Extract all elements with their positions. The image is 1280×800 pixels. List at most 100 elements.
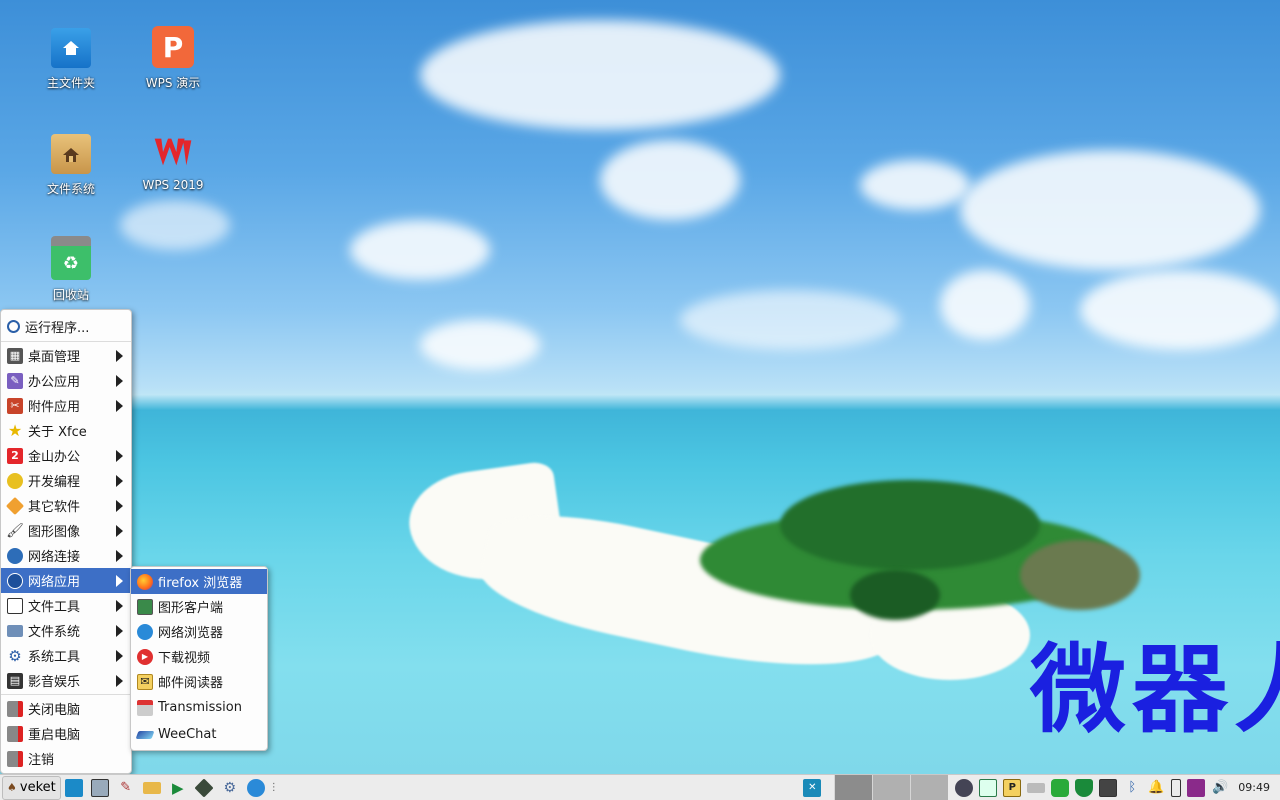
desktop-icon-filesystem[interactable]: 文件系统: [26, 134, 116, 197]
menu-item-internet-apps[interactable]: 网络应用: [1, 568, 131, 593]
menu-item-file-tools[interactable]: 文件工具: [1, 593, 131, 618]
menu-item-label: 文件系统: [28, 625, 81, 640]
weechat-icon: [135, 730, 155, 739]
menu-item-network-connection[interactable]: 网络连接: [1, 543, 131, 568]
workspace-3[interactable]: [910, 775, 949, 800]
desktop-icon-label: 文件系统: [46, 182, 95, 196]
star-icon: ★: [7, 421, 23, 440]
settings-gear-icon[interactable]: ⚙: [221, 779, 239, 797]
menu-item-label: 图形图像: [28, 525, 81, 540]
app-launcher-icon[interactable]: [194, 777, 214, 798]
submenu-item-transmission[interactable]: Transmission: [131, 694, 267, 721]
menu-item-reboot[interactable]: 重启电脑: [1, 721, 131, 746]
input-method-icon[interactable]: [1187, 778, 1206, 797]
menu-item-other-software[interactable]: 其它软件: [1, 493, 131, 518]
submenu-item-label: Transmission: [158, 700, 242, 715]
menu-item-office[interactable]: ✎ 办公应用: [1, 368, 131, 393]
submenu-item-label: WeeChat: [158, 727, 217, 742]
submenu-item-label: firefox 浏览器: [158, 576, 243, 591]
bluetooth-icon[interactable]: ᛒ: [1123, 779, 1141, 797]
menu-item-graphics[interactable]: 🖌 图形图像: [1, 518, 131, 543]
menu-item-system-tools[interactable]: ⚙ 系统工具: [1, 643, 131, 668]
internet-apps-submenu: firefox 浏览器 图形客户端 网络浏览器 ▶ 下载视频 ✉ 邮件阅读器 T…: [130, 566, 268, 751]
launcher-overflow-icon[interactable]: ⋮: [269, 782, 279, 793]
desktop-icon-trash[interactable]: ♻ 回收站: [26, 236, 116, 303]
volume-icon[interactable]: 🔊: [1211, 779, 1229, 797]
desktop-icon-wps-presentation[interactable]: P WPS 演示: [128, 26, 218, 91]
desktop-icon-wps[interactable]: WPS 2019: [128, 132, 218, 192]
submenu-arrow-icon: [116, 675, 123, 687]
workspace-2[interactable]: [872, 775, 911, 800]
menu-separator: [1, 694, 131, 695]
media-player-icon[interactable]: ▶: [169, 779, 187, 797]
clipboard-icon[interactable]: P: [1003, 778, 1022, 797]
menu-item-label: 运行程序...: [25, 320, 90, 336]
menu-item-label: 关闭电脑: [28, 703, 81, 718]
taskbar: ♠ veket ✎ ▶ ⚙ ⋮ ✕ P ᛒ 🔔 🔊 09:49: [0, 774, 1280, 800]
menu-item-label: 附件应用: [28, 400, 81, 415]
notification-bell-icon[interactable]: 🔔: [1147, 779, 1165, 797]
desktop-icon-home-folder[interactable]: 主文件夹: [26, 28, 116, 91]
office-icon: ✎: [7, 372, 23, 389]
menu-item-desktop-management[interactable]: ▦ 桌面管理: [1, 343, 131, 368]
submenu-item-download-video[interactable]: ▶ 下载视频: [131, 644, 267, 669]
menu-item-label: 注销: [28, 753, 55, 768]
submenu-item-graphic-client[interactable]: 图形客户端: [131, 594, 267, 619]
submenu-arrow-icon: [116, 400, 123, 412]
network-connection-icon: [7, 547, 23, 564]
menu-item-wps-office[interactable]: 2 金山办公: [1, 443, 131, 468]
download-video-icon: ▶: [137, 648, 153, 665]
file-manager-icon[interactable]: [142, 781, 161, 794]
submenu-arrow-icon: [116, 525, 123, 537]
user-avatar-icon[interactable]: [955, 778, 974, 797]
firefox-icon: [137, 573, 153, 590]
menu-item-development[interactable]: 开发编程: [1, 468, 131, 493]
trash-icon: ♻: [51, 236, 91, 280]
wps-icon: [153, 132, 193, 172]
menu-item-multimedia[interactable]: ▤ 影音娱乐: [1, 668, 131, 693]
battery-icon[interactable]: [1171, 778, 1182, 797]
storage-icon[interactable]: [1051, 778, 1070, 797]
menu-item-label: 金山办公: [28, 450, 81, 465]
menu-item-accessories[interactable]: ✂ 附件应用: [1, 393, 131, 418]
submenu-item-label: 图形客户端: [158, 601, 224, 616]
drive-icon[interactable]: [1027, 782, 1046, 793]
paint-brush-icon[interactable]: ✎: [117, 779, 135, 797]
menu-item-about-xfce[interactable]: ★ 关于 Xfce: [1, 418, 131, 443]
graphics-icon: 🖌: [6, 522, 24, 539]
other-software-icon: [5, 496, 25, 515]
menu-item-shutdown[interactable]: 关闭电脑: [1, 696, 131, 721]
start-menu-button[interactable]: ♠ veket: [2, 775, 61, 800]
logout-icon: [7, 750, 23, 767]
menu-item-filesystem[interactable]: 文件系统: [1, 618, 131, 643]
mail-reader-icon: ✉: [137, 673, 153, 690]
submenu-arrow-icon: [116, 500, 123, 512]
submenu-arrow-icon: [116, 475, 123, 487]
menu-item-run-program[interactable]: 运行程序...: [1, 312, 131, 340]
submenu-item-firefox[interactable]: firefox 浏览器: [131, 569, 267, 594]
workspace-1[interactable]: [834, 775, 873, 800]
submenu-item-mail-reader[interactable]: ✉ 邮件阅读器: [131, 669, 267, 694]
menu-item-label: 其它软件: [28, 500, 81, 515]
menu-item-logout[interactable]: 注销: [1, 746, 131, 771]
submenu-item-label: 邮件阅读器: [158, 676, 224, 691]
file-tools-icon: [7, 597, 23, 614]
submenu-item-label: 网络浏览器: [158, 626, 224, 641]
taskbar-clock[interactable]: 09:49: [1238, 781, 1270, 794]
application-menu: 运行程序... ▦ 桌面管理 ✎ 办公应用 ✂ 附件应用 ★ 关于 Xfce 2…: [0, 309, 132, 774]
menu-item-label: 网络应用: [28, 575, 81, 590]
web-browser-launcher-icon[interactable]: [246, 778, 265, 797]
multimedia-icon: ▤: [7, 672, 23, 689]
reboot-icon: [7, 725, 23, 742]
submenu-item-web-browser[interactable]: 网络浏览器: [131, 619, 267, 644]
submenu-item-weechat[interactable]: WeeChat: [131, 721, 267, 748]
menu-item-label: 开发编程: [28, 475, 81, 490]
network-status-icon[interactable]: [979, 778, 998, 797]
screenshot-icon[interactable]: [90, 778, 109, 797]
show-desktop-icon[interactable]: [64, 778, 83, 797]
security-shield-icon[interactable]: [1075, 778, 1094, 797]
keyboard-icon[interactable]: [1099, 778, 1118, 797]
network-manager-icon[interactable]: ✕: [803, 778, 822, 797]
shutdown-icon: [7, 700, 23, 717]
desktop-icon-label: 主文件夹: [46, 76, 95, 90]
